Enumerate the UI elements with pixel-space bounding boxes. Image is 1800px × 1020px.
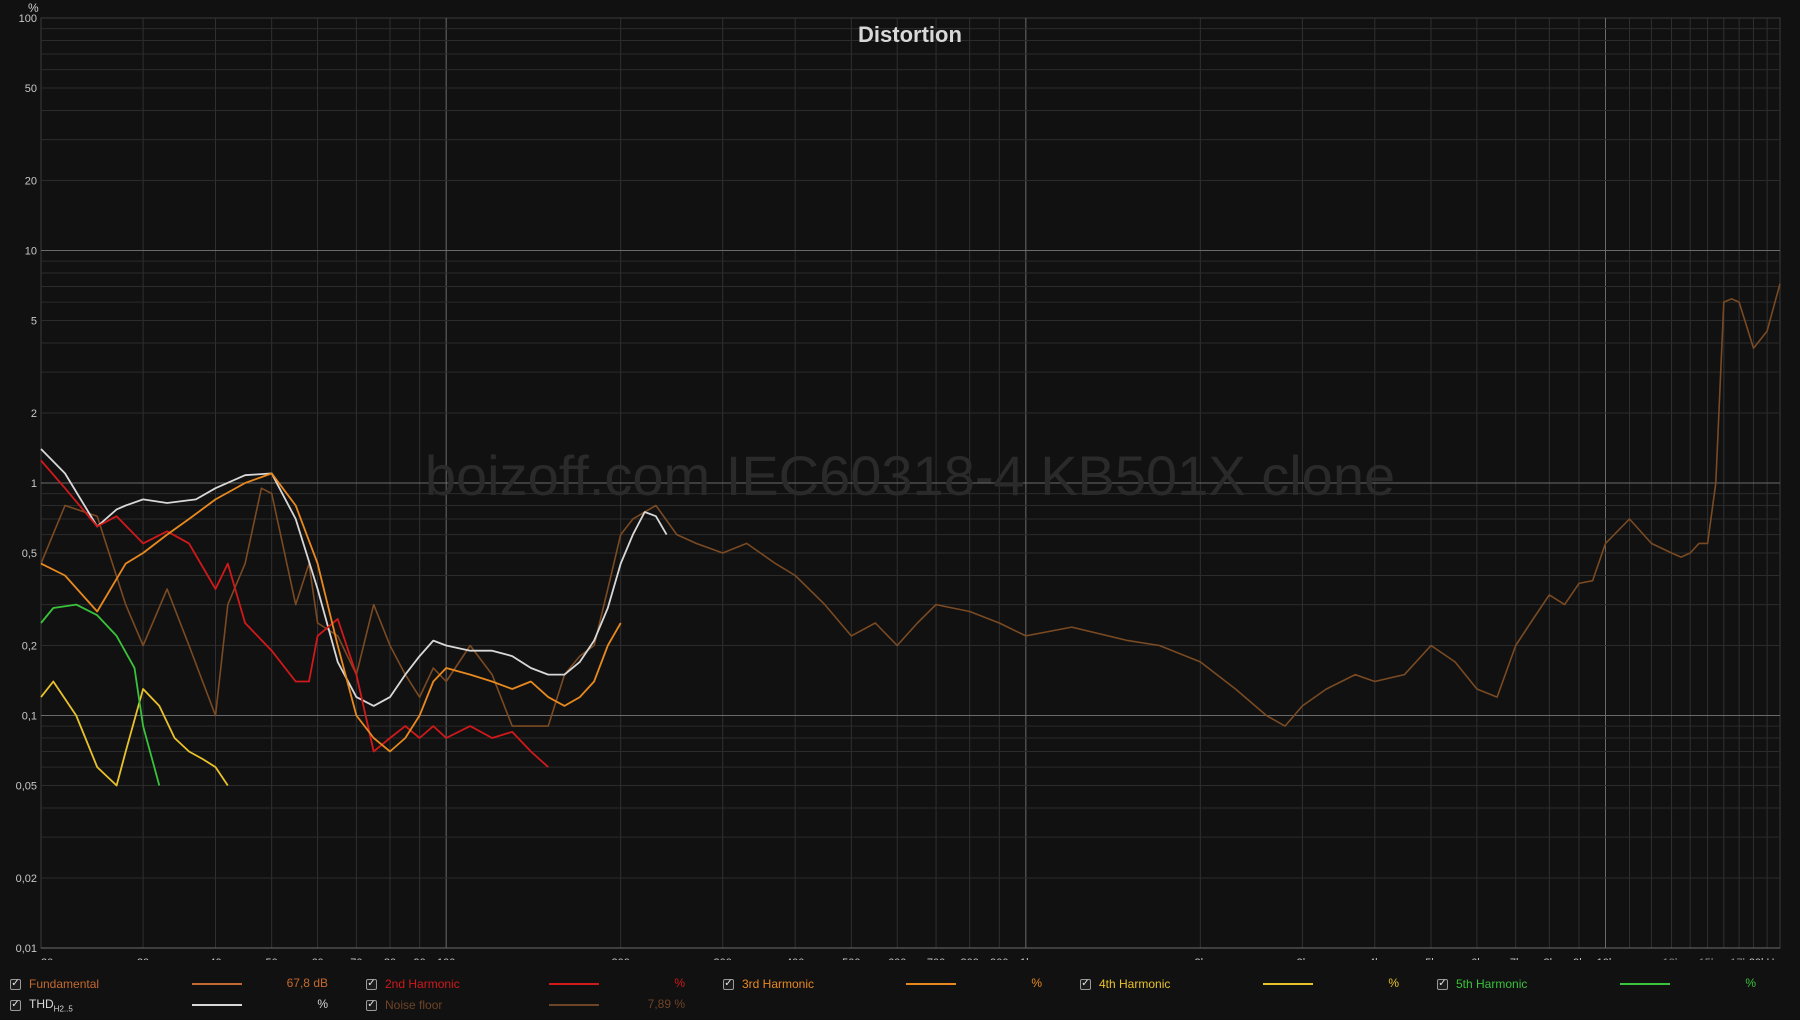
h3-checkbox[interactable]: ✓ [723,978,734,990]
y-unit-label: % [28,1,39,15]
h4-checkbox[interactable]: ✓ [1080,978,1091,990]
x-tick-label: 90 [414,957,426,960]
x-tick-label: 13k [1663,957,1681,960]
legend-item-4th-harmonic[interactable]: ✓ 4th Harmonic [1080,974,1170,994]
y-tick-label: 5 [31,315,37,327]
legend-item-fundamental[interactable]: ✓ Fundamental [10,974,99,994]
x-tick-label: 800 [960,957,978,960]
x-tick-label: 900 [990,957,1008,960]
x-tick-label: 6k [1471,957,1483,960]
x-tick-label: 7k [1510,957,1522,960]
x-tick-label: 400 [786,957,804,960]
x-tick-label: 3k [1297,957,1309,960]
x-tick-label: 17k [1730,957,1748,960]
thd-checkbox[interactable]: ✓ [10,999,21,1011]
y-tick-label: 0,5 [22,548,37,560]
h4-value: % [1388,976,1399,990]
x-tick-label: 200 [611,957,629,960]
x-tick-label: 30 [137,957,149,960]
h5-label: 5th Harmonic [1456,977,1528,991]
y-tick-label: 0,2 [22,641,37,653]
legend-item-3rd-harmonic[interactable]: ✓ 3rd Harmonic [723,974,814,994]
thd-swatch [192,1004,242,1006]
noise-swatch [549,1004,599,1006]
h4-swatch [1263,983,1313,985]
x-tick-label: 60 [311,957,323,960]
x-tick-label: 70 [350,957,362,960]
x-tick-label: 300 [714,957,732,960]
h5-checkbox[interactable]: ✓ [1437,978,1448,990]
y-tick-label: 0,05 [16,780,37,792]
y-tick-label: 0,01 [16,943,37,955]
x-tick-label: 5k [1425,957,1437,960]
thd-label: THDH2..5 [29,997,73,1013]
noise-checkbox[interactable]: ✓ [366,999,377,1011]
h4-label: 4th Harmonic [1099,977,1171,991]
y-tick-label: 0,1 [22,711,37,723]
y-tick-label: 1 [31,478,37,490]
x-tick-label: 100 [437,957,455,960]
x-tick-label: 10k [1597,957,1615,960]
legend-item-noise-floor[interactable]: ✓ Noise floor [366,995,442,1015]
y-tick-label: 0,02 [16,873,37,885]
legend: ✓ Fundamental 67,8 dB ✓ 2nd Harmonic % ✓… [0,972,1800,1020]
x-tick-label: 600 [888,957,906,960]
fundamental-label: Fundamental [29,977,100,991]
h3-swatch [906,983,956,985]
y-tick-label: 20 [25,176,37,188]
h3-value: % [1031,976,1042,990]
thd-label-text: THD [29,996,54,1011]
x-tick-label: 1k [1020,957,1032,960]
x-tick-label: 9k [1573,957,1585,960]
fundamental-value: 67,8 dB [286,976,328,990]
fundamental-checkbox[interactable]: ✓ [10,978,21,990]
x-tick-label: 40 [209,957,221,960]
h2-label: 2nd Harmonic [385,977,460,991]
h5-swatch [1620,983,1670,985]
x-tick-label: 4k [1369,957,1381,960]
h2-checkbox[interactable]: ✓ [366,978,377,990]
thd-label-sub: H2..5 [53,1004,73,1014]
distortion-chart: boizoff.com IEC60318-4 KB501X clone 100 5… [0,0,1800,960]
fundamental-swatch [192,983,242,985]
h3-label: 3rd Harmonic [742,977,815,991]
legend-item-5th-harmonic[interactable]: ✓ 5th Harmonic [1437,974,1527,994]
x-tick-label: 20kHz [1749,957,1780,960]
x-tick-label: 20 [41,957,53,960]
chart-title: Distortion [858,22,962,47]
x-tick-label: 8k [1544,957,1556,960]
noise-value: 7,89 % [647,997,685,1011]
x-tick-label: 15k [1699,957,1717,960]
h5-value: % [1745,976,1756,990]
legend-item-2nd-harmonic[interactable]: ✓ 2nd Harmonic [366,974,460,994]
x-tick-label: 500 [842,957,860,960]
x-tick-label: 2k [1195,957,1207,960]
y-tick-label: 10 [25,246,37,258]
noise-label: Noise floor [385,998,443,1012]
x-tick-label: 80 [384,957,396,960]
h2-swatch [549,983,599,985]
x-tick-label: 700 [927,957,945,960]
thd-value: % [317,997,328,1011]
watermark-text: boizoff.com IEC60318-4 KB501X clone [425,444,1395,507]
y-tick-label: 2 [31,408,37,420]
x-tick-label: 50 [266,957,278,960]
y-tick-label: 50 [25,83,37,95]
h2-value: % [674,976,685,990]
legend-item-thd[interactable]: ✓ THDH2..5 [10,995,73,1015]
